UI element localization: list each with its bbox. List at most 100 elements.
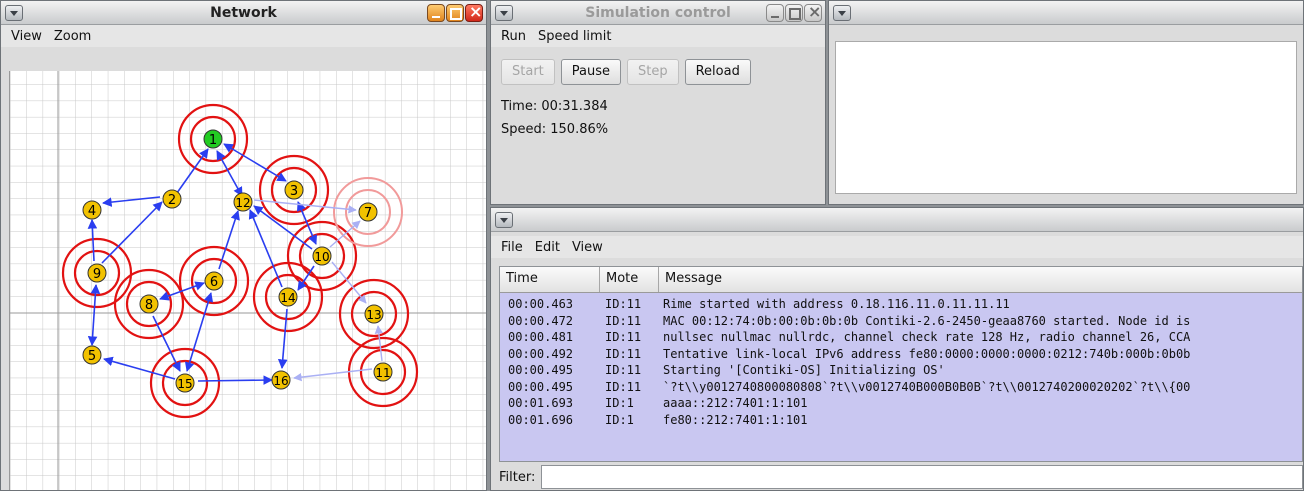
table-row[interactable]: 00:00.495 ID:11 `?t\\y0012740800080808`?t… (500, 380, 1302, 397)
node-label: 8 (145, 298, 153, 313)
cell-time: 00:00.472 (508, 313, 574, 328)
node-5[interactable]: 5 (82, 345, 102, 365)
cell-message: aaaa::212:7401:1:101 (663, 396, 808, 410)
notes-text-area[interactable] (835, 41, 1297, 194)
network-canvas[interactable]: 1 2 3 4 5 6 7 8 9 10 11 12 13 14 15 16 (9, 71, 487, 491)
simulation-menubar: Run Speed limit (491, 25, 825, 47)
node-16[interactable]: 16 (271, 370, 291, 390)
node-label: 14 (280, 291, 295, 305)
node-label: 11 (375, 366, 390, 380)
minimize-icon[interactable] (766, 4, 784, 22)
cell-time: 00:00.495 (508, 379, 574, 394)
node-3[interactable]: 3 (284, 180, 304, 200)
cell-message: Rime started with address 0.18.116.11.0.… (663, 297, 1010, 311)
maximize-icon[interactable] (446, 4, 464, 22)
node-4[interactable]: 4 (82, 200, 102, 220)
network-title: Network (210, 5, 277, 21)
menu-speed-limit[interactable]: Speed limit (536, 28, 613, 45)
column-header-mote[interactable]: Mote (600, 267, 659, 292)
table-row[interactable]: 00:00.495 ID:11 Starting '[Contiki-OS] Ini… (500, 363, 1302, 380)
node-label: 15 (177, 377, 192, 391)
node-label: 5 (88, 349, 96, 364)
node-12[interactable]: 12 (233, 192, 253, 212)
notes-titlebar[interactable] (829, 1, 1303, 25)
cell-time: 00:01.693 (508, 396, 574, 410)
node-13[interactable]: 13 (364, 304, 384, 324)
cell-message: fe80::212:7401:1:101 (663, 412, 808, 427)
cell-mote: ID:11 (605, 330, 642, 344)
node-8[interactable]: 8 (139, 294, 159, 314)
table-row[interactable]: 00:00.492 ID:11 Tentative link-local IPv6 … (500, 347, 1302, 364)
pause-button[interactable]: Pause (560, 59, 621, 85)
cell-mote: ID:11 (605, 297, 642, 311)
menu-edit[interactable]: Edit (533, 239, 562, 256)
cell-time: 00:01.696 (508, 412, 574, 427)
node-label: 13 (366, 308, 381, 322)
start-button[interactable]: Start (501, 59, 555, 85)
reload-button[interactable]: Reload (684, 59, 751, 85)
edge (197, 375, 273, 385)
table-row[interactable]: 00:00.463 ID:11 Rime started with address … (500, 297, 1302, 314)
node-label: 12 (235, 196, 250, 210)
window-menu-icon[interactable] (495, 212, 513, 228)
mote-output-titlebar[interactable] (491, 208, 1303, 232)
node-label: 3 (290, 184, 298, 199)
close-icon[interactable] (465, 2, 483, 22)
window-menu-icon[interactable] (833, 5, 851, 21)
table-row[interactable]: 00:00.472 ID:11 MAC 00:12:74:0b:00:0b:0b:0… (500, 314, 1302, 331)
node-label: 10 (314, 250, 329, 264)
cell-time: 00:00.495 (508, 363, 574, 377)
column-header-message[interactable]: Message (659, 267, 1302, 292)
cell-mote: ID:11 (605, 346, 642, 361)
cell-mote: ID:1 (605, 396, 634, 410)
simulation-speed: Speed: 150.86% (501, 122, 609, 137)
node-9[interactable]: 9 (87, 263, 107, 283)
node-label: 16 (273, 374, 288, 388)
node-7[interactable]: 7 (358, 202, 378, 222)
log-table-header: Time Mote Message (500, 267, 1302, 293)
table-row[interactable]: 00:00.481 ID:11 nullsec nullmac nullrdc, c… (500, 330, 1302, 347)
menu-zoom[interactable]: Zoom (52, 28, 93, 45)
notes-window (828, 0, 1304, 205)
mote-output-window: File Edit View Time Mote Message 00:00.4… (490, 207, 1304, 491)
node-label: 2 (168, 193, 176, 208)
node-11[interactable]: 11 (373, 362, 393, 382)
minimize-icon[interactable] (427, 4, 445, 22)
network-graph[interactable]: 1 2 3 4 5 6 7 8 9 10 11 12 13 14 15 16 (10, 71, 487, 491)
menu-view[interactable]: View (9, 28, 44, 45)
menu-file[interactable]: File (499, 239, 525, 256)
node-1[interactable]: 1 (203, 129, 223, 149)
node-14[interactable]: 14 (278, 287, 298, 307)
step-button[interactable]: Step (627, 59, 679, 85)
column-header-time[interactable]: Time (500, 267, 600, 292)
simulation-control-window: Simulation control Run Speed limit Start… (490, 0, 826, 205)
table-row[interactable]: 00:01.693 ID:1 aaaa::212:7401:1:101 (500, 396, 1302, 413)
cell-message: `?t\\y0012740800080808`?t\\v0012740B000B… (663, 379, 1191, 394)
filter-bar: Filter: (499, 464, 1303, 490)
node-label: 7 (364, 206, 372, 221)
network-window: Network View Zoom (0, 0, 487, 491)
node-label: 6 (210, 275, 218, 290)
node-label: 4 (88, 204, 96, 219)
node-6[interactable]: 6 (204, 271, 224, 291)
close-icon[interactable] (804, 2, 822, 22)
node-10[interactable]: 10 (312, 246, 332, 266)
cell-time: 00:00.481 (508, 330, 574, 344)
network-titlebar[interactable]: Network (1, 1, 486, 25)
cell-time: 00:00.463 (508, 297, 574, 311)
simulation-titlebar[interactable]: Simulation control (491, 1, 825, 25)
table-row[interactable]: 00:01.696 ID:1 fe80::212:7401:1:101 (500, 413, 1302, 430)
maximize-icon[interactable] (785, 4, 803, 22)
cell-message: nullsec nullmac nullrdc, channel check r… (663, 330, 1191, 344)
cell-time: 00:00.492 (508, 346, 574, 361)
node-label: 9 (93, 267, 101, 282)
node-2[interactable]: 2 (162, 189, 182, 209)
network-menubar: View Zoom (1, 25, 486, 47)
menu-run[interactable]: Run (499, 28, 528, 45)
filter-input[interactable] (541, 465, 1303, 489)
node-15[interactable]: 15 (175, 373, 195, 393)
cell-mote: ID:11 (605, 313, 642, 328)
cell-mote: ID:1 (605, 412, 634, 427)
log-table[interactable]: Time Mote Message 00:00.463 ID:11 Rime sta… (499, 266, 1303, 462)
menu-view[interactable]: View (570, 239, 605, 256)
